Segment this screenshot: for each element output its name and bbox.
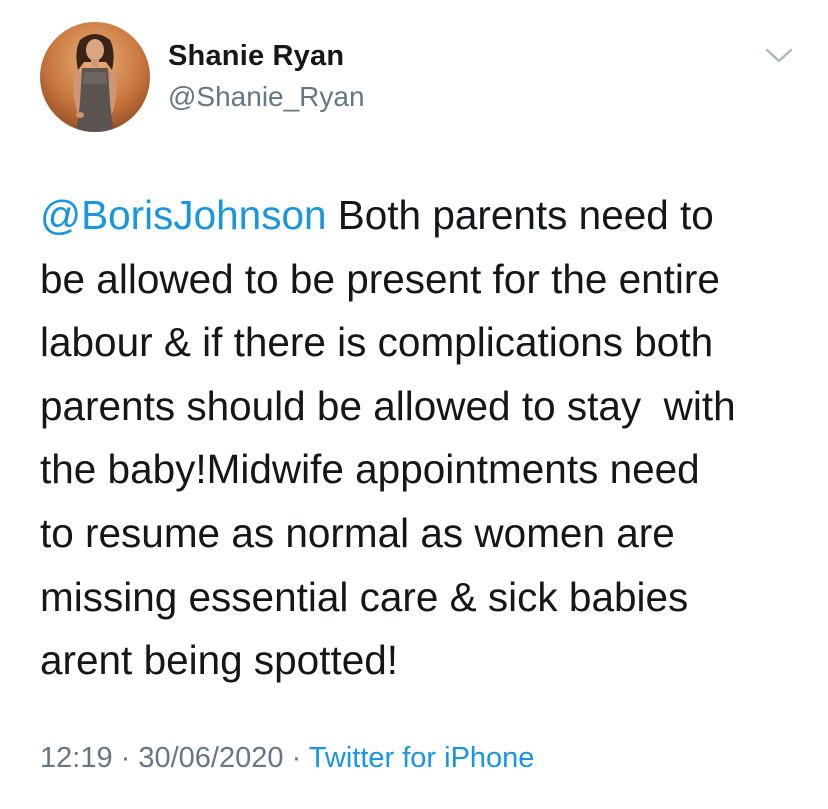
tweet-line: to resume as normal as women are (40, 509, 675, 556)
tweet-line: be allowed to be present for the entire (40, 255, 720, 302)
profile-photo (40, 22, 150, 132)
chevron-down-icon[interactable] (764, 44, 794, 66)
meta-separator: · (283, 742, 309, 774)
tweet-meta: 12:19 · 30/06/2020 · Twitter for iPhone (40, 742, 534, 775)
tweet-card: Shanie Ryan @Shanie_Ryan @BorisJohnson B… (0, 0, 828, 809)
tweet-text: @BorisJohnson Both parents need to be al… (40, 184, 800, 693)
tweet-date[interactable]: 30/06/2020 (138, 742, 283, 774)
tweet-line: labour & if there is complications both (40, 319, 714, 366)
tweet-line: parents should be allowed to stay with (40, 382, 736, 429)
tweet-line: arent being spotted! (40, 637, 399, 684)
tweet-line: missing essential care & sick babies (40, 573, 689, 620)
tweet-line-text: Both parents need to (326, 192, 714, 238)
meta-separator: · (112, 742, 139, 774)
tweet-source-link[interactable]: Twitter for iPhone (309, 742, 535, 774)
author-handle[interactable]: @Shanie_Ryan (168, 81, 365, 113)
tweet-line: @BorisJohnson Both parents need to (40, 184, 800, 248)
tweet-time[interactable]: 12:19 (40, 742, 113, 774)
author-name[interactable]: Shanie Ryan (168, 40, 344, 73)
tweet-line: the baby!Midwife appointments need (40, 446, 700, 493)
mention-link[interactable]: @BorisJohnson (40, 192, 327, 238)
avatar[interactable] (40, 22, 150, 132)
